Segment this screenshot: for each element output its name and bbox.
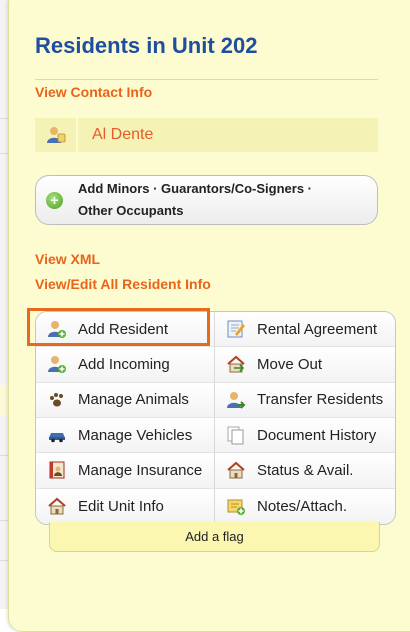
title-divider (35, 79, 378, 80)
move-out-label: Move Out (257, 355, 323, 373)
insurance-icon (47, 460, 67, 480)
manage-animals-button[interactable]: Manage Animals (36, 382, 215, 418)
add-resident-label: Add Resident (78, 320, 169, 338)
documents-icon (226, 425, 246, 445)
person-add-icon (47, 354, 67, 374)
house-exit-icon (226, 354, 246, 374)
transfer-residents-button[interactable]: Transfer Residents (215, 382, 395, 418)
add-incoming-button[interactable]: Add Incoming (36, 347, 215, 383)
move-out-button[interactable]: Move Out (215, 347, 395, 383)
transfer-residents-label: Transfer Residents (257, 391, 384, 409)
notes-attach-label: Notes/Attach. (257, 497, 348, 515)
plus-icon: + (46, 191, 63, 209)
paw-icon (47, 390, 67, 410)
add-minors-label: Add Minors · Guarantors/Co-Signers · Oth… (78, 181, 313, 218)
house-icon (47, 496, 67, 516)
actions-grid: Add Resident Rental Agreement Add Incomi… (35, 311, 396, 525)
resident-name[interactable]: Al Dente (92, 126, 153, 144)
view-edit-all-resident-info-link[interactable]: View/Edit All Resident Info (35, 276, 211, 292)
house-icon (226, 460, 246, 480)
status-avail-button[interactable]: Status & Avail. (215, 453, 395, 489)
add-incoming-label: Add Incoming (78, 355, 170, 373)
notes-attach-button[interactable]: Notes/Attach. (215, 488, 395, 524)
resident-row[interactable]: Al Dente (35, 118, 378, 152)
document-edit-icon (226, 319, 246, 339)
status-avail-label: Status & Avail. (257, 461, 354, 479)
add-flag-button[interactable]: Add a flag (49, 522, 380, 552)
document-history-button[interactable]: Document History (215, 417, 395, 454)
edit-unit-info-button[interactable]: Edit Unit Info (36, 488, 215, 524)
add-flag-label: Add a flag (185, 529, 244, 544)
notes-attach-icon (226, 496, 246, 516)
manage-vehicles-label: Manage Vehicles (78, 426, 193, 444)
manage-insurance-label: Manage Insurance (78, 461, 203, 479)
manage-vehicles-button[interactable]: Manage Vehicles (36, 417, 215, 454)
page-title: Residents in Unit 202 (35, 33, 258, 58)
view-contact-info-link[interactable]: View Contact Info (35, 84, 152, 100)
person-transfer-icon (226, 390, 246, 410)
view-xml-link[interactable]: View XML (35, 251, 100, 267)
edit-unit-info-label: Edit Unit Info (78, 497, 164, 515)
manage-insurance-button[interactable]: Manage Insurance (36, 453, 215, 489)
rental-agreement-label: Rental Agreement (257, 320, 378, 338)
rental-agreement-button[interactable]: Rental Agreement (215, 312, 395, 348)
add-minors-button[interactable]: + Add Minors · Guarantors/Co-Signers · O… (35, 175, 378, 225)
add-resident-button[interactable]: Add Resident (36, 312, 215, 348)
manage-animals-label: Manage Animals (78, 391, 189, 409)
person-add-icon (47, 319, 67, 339)
document-history-label: Document History (257, 426, 377, 444)
car-icon (47, 425, 67, 445)
resident-icon (35, 118, 78, 152)
